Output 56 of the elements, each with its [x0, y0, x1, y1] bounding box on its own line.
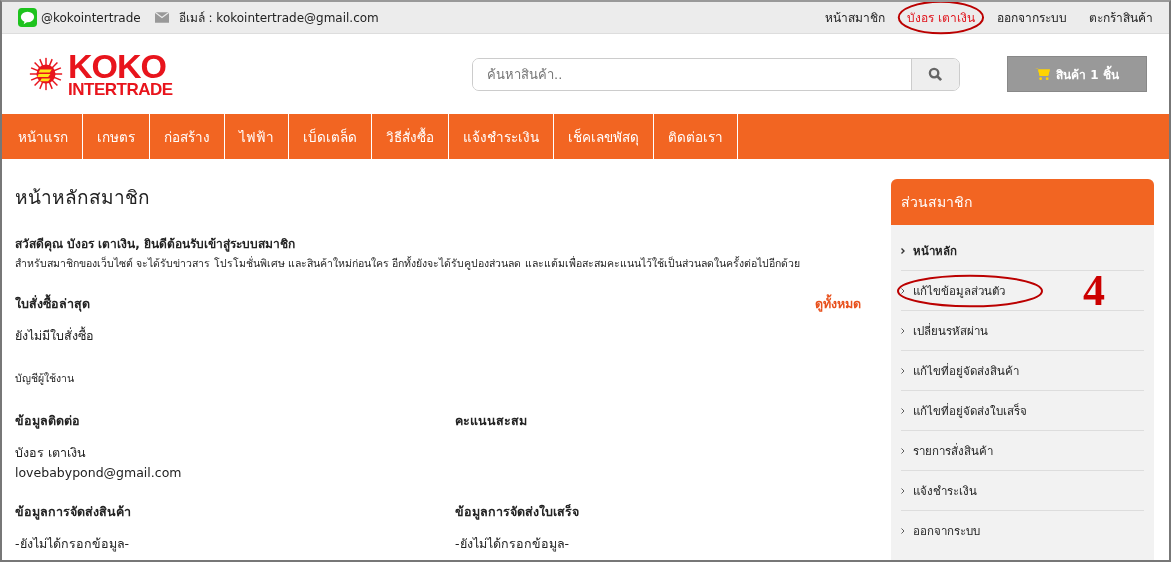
logo-subtitle: INTERTRADE — [68, 81, 173, 97]
sidebar-item[interactable]: แจ้งชำระเงิน — [901, 481, 977, 500]
nav-item[interactable]: เช็คเลขพัสดุ — [554, 114, 654, 159]
chevron-icon — [901, 407, 905, 414]
search-bar[interactable]: ค้นหาสินค้า.. — [472, 57, 960, 91]
account-label: บัญชีผู้ใช้งาน — [15, 371, 75, 387]
top-link[interactable]: ตะกร้าสินค้า — [1079, 2, 1163, 35]
nav-item[interactable]: วิธีสั่งซื้อ — [372, 114, 449, 159]
section-text: lovebabypond@gmail.com — [15, 465, 183, 480]
section-text: บังอร เตาเงิน — [15, 444, 87, 462]
intro-text: สำหรับสมาชิกของเว็บไซต์ จะได้รับข่าวสาร โปรโมชั่นพิเศษ และสินค้าใหม่ก่อนใคร อีกทั้งยังจะได้รับคูปองส่วนลด และแต้มเพื่อสะสมคะแนนไว้ใช้เป็นส่วนลดในครั้งต่อไปอีกด้วย — [15, 255, 801, 272]
page-title: หน้าหลักสมาชิก — [15, 185, 151, 210]
nav-item[interactable]: ไฟฟ้า — [225, 114, 289, 159]
section-heading: ข้อมูลการจัดส่งสินค้า — [15, 503, 132, 522]
chevron-icon — [901, 287, 905, 294]
sidebar-item[interactable]: แก้ไขที่อยู่จัดส่งสินค้า — [901, 361, 1019, 380]
chevron-icon — [901, 247, 905, 254]
section-heading: ใบสั่งซื้อล่าสุด — [15, 294, 90, 314]
line-id: @kokointertrade — [41, 10, 141, 25]
nav-item[interactable]: เกษตร — [83, 114, 150, 159]
section-heading: คะแนนสะสม — [455, 412, 528, 430]
sidebar-item[interactable]: ออกจากระบบ — [901, 522, 980, 540]
view-all-link[interactable]: ดูทั้งหมด — [815, 294, 861, 314]
nav-item[interactable]: แจ้งชำระเงิน — [449, 114, 554, 159]
empty-orders-text: ยังไม่มีใบสั่งซื้อ — [15, 326, 95, 345]
chevron-icon — [901, 447, 905, 454]
top-link[interactable]: ออกจากระบบ — [987, 2, 1077, 35]
chevron-icon — [901, 487, 905, 494]
nav-item[interactable]: หน้าแรก — [4, 114, 83, 159]
section-heading: ข้อมูลติดต่อ — [15, 412, 81, 431]
sidebar-item[interactable]: เปลี่ยนรหัสผ่าน — [901, 321, 988, 340]
nav-item[interactable]: ติดต่อเรา — [654, 114, 738, 159]
mail-icon — [154, 12, 169, 23]
top-link[interactable]: บังอร เตาเงิน — [897, 2, 985, 35]
sidebar-item[interactable]: แก้ไขที่อยู่จัดส่งใบเสร็จ — [901, 401, 1027, 420]
cart-button[interactable]: สินค้า 1 ชิ้น — [1007, 56, 1147, 92]
section-text: -ยังไม่ได้กรอกข้อมูล- — [15, 535, 131, 554]
nav-item[interactable]: เบ็ดเตล็ด — [289, 114, 372, 159]
sidebar-title: ส่วนสมาชิก — [891, 179, 1154, 225]
search-icon — [928, 66, 943, 82]
email-text: อีเมล์ : kokointertrade@gmail.com — [178, 10, 379, 27]
chevron-icon — [901, 327, 905, 334]
annotation-number: 4 — [1083, 269, 1105, 313]
cart-icon — [1035, 67, 1051, 81]
sidebar-item[interactable]: รายการสั่งสินค้า — [901, 441, 993, 460]
section-text: -ยังไม่ได้กรอกข้อมูล- — [455, 535, 571, 554]
line-app-icon — [18, 8, 37, 27]
top-link[interactable]: หน้าสมาชิก — [815, 2, 896, 35]
logo-wordmark: KOKO — [68, 51, 166, 82]
chevron-icon — [901, 367, 905, 374]
chevron-icon — [901, 528, 905, 534]
sidebar-item[interactable]: หน้าหลัก — [901, 241, 957, 260]
greeting-text: สวัสดีคุณ บังอร เตาเงิน, ยินดีต้อนรับเข้าสู่ระบบสมาชิก — [15, 236, 297, 253]
search-button[interactable] — [911, 58, 959, 90]
nav-item[interactable]: ก่อสร้าง — [150, 114, 225, 159]
section-heading: ข้อมูลการจัดส่งใบเสร็จ — [455, 503, 580, 522]
